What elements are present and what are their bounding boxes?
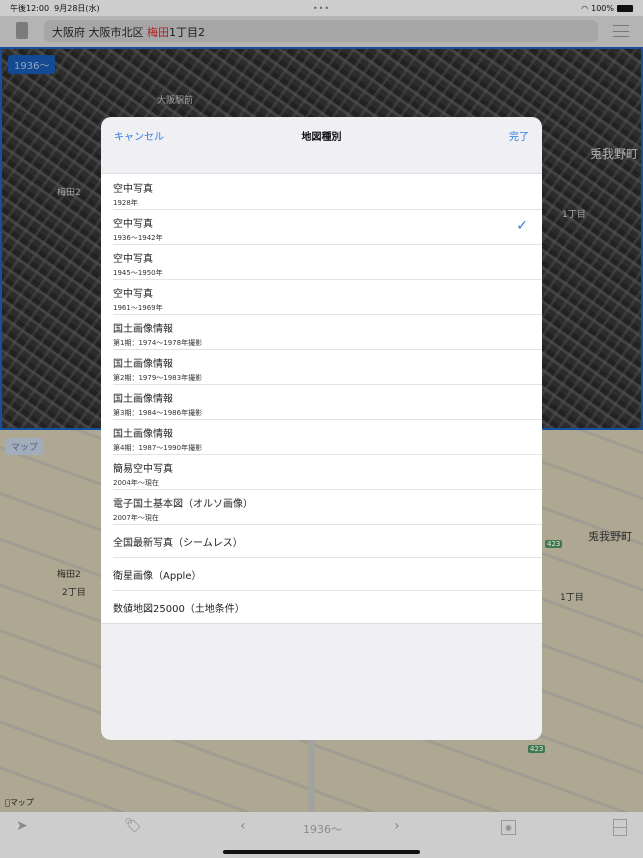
map-type-modal: キャンセル 地図種別 完了 空中写真 1928年 空中写真 1936～1942年 ✓ 空中… xyxy=(101,117,542,740)
camera-icon[interactable]: ◉ xyxy=(501,820,516,835)
location-arrow-icon[interactable]: ➤ xyxy=(16,818,28,834)
item-subtitle: 第2期：1979～1983年撮影 xyxy=(113,374,203,382)
map-type-item[interactable]: 国土画像情報第2期：1979～1983年撮影 xyxy=(101,349,542,384)
checkmark-icon: ✓ xyxy=(516,218,528,234)
item-subtitle: 1945～1950年 xyxy=(113,269,163,277)
split-view-icon[interactable] xyxy=(613,819,627,836)
item-subtitle: 第1期：1974～1978年撮影 xyxy=(113,339,203,347)
item-subtitle: 第4期：1987～1990年撮影 xyxy=(113,444,203,452)
item-title: 国土画像情報 xyxy=(113,324,173,335)
tag-icon[interactable]: 🏷 xyxy=(124,818,142,834)
item-title: 数値地図25000（土地条件） xyxy=(113,604,245,615)
next-chevron-icon[interactable]: › xyxy=(394,818,400,834)
year-label: 1936～ xyxy=(303,823,342,836)
map-type-item[interactable]: 全国最新写真（シームレス） xyxy=(101,524,542,557)
map-type-item[interactable]: 空中写真 1961～1969年 xyxy=(101,279,542,314)
map-type-item[interactable]: 国土画像情報第3期：1984～1986年撮影 xyxy=(101,384,542,419)
item-subtitle: 1961～1969年 xyxy=(113,304,163,312)
map-type-item[interactable]: 空中写真 1936～1942年 ✓ xyxy=(101,209,542,244)
battery-percent: 100% xyxy=(591,3,614,13)
item-title: 国土画像情報 xyxy=(113,429,173,440)
item-title: 国土画像情報 xyxy=(113,359,173,370)
map-type-item[interactable]: 電子国土基本図（オルソ画像） 2007年～現在 xyxy=(101,489,542,524)
item-title: 全国最新写真（シームレス） xyxy=(113,538,243,549)
status-time: 午後12:00 xyxy=(10,3,50,13)
multitask-dots[interactable]: ••• xyxy=(313,4,330,13)
modal-title: 地図種別 xyxy=(301,132,342,143)
item-subtitle: 第3期：1984～1986年撮影 xyxy=(113,409,203,417)
item-title: 空中写真 xyxy=(113,289,153,300)
bottom-toolbar: ➤ 🏷 ‹ 1936～ › ◉ xyxy=(0,812,643,858)
map-type-item[interactable]: 簡易空中写真 2004年～現在 xyxy=(101,454,542,489)
item-subtitle: 1936～1942年 xyxy=(113,234,163,242)
home-indicator xyxy=(223,850,420,854)
map-type-item[interactable]: 空中写真 1945～1950年 xyxy=(101,244,542,279)
item-subtitle: 2007年～現在 xyxy=(113,514,159,522)
item-title: 空中写真 xyxy=(113,254,153,265)
previous-chevron-icon[interactable]: ‹ xyxy=(240,818,246,834)
item-title: 国土画像情報 xyxy=(113,394,173,405)
status-date: 9月28日(水) xyxy=(54,3,100,13)
item-title: 空中写真 xyxy=(113,219,153,230)
item-subtitle: 2004年～現在 xyxy=(113,479,159,487)
map-type-item[interactable]: 国土画像情報第1期：1974～1978年撮影 xyxy=(101,314,542,349)
status-bar: 午後12:00 9月28日(水) ••• ◠ 100% xyxy=(0,0,643,16)
item-title: 簡易空中写真 xyxy=(113,464,173,475)
done-button[interactable]: 完了 xyxy=(509,128,529,143)
map-type-item[interactable]: 空中写真 1928年 xyxy=(101,174,542,209)
map-type-list: 空中写真 1928年 空中写真 1936～1942年 ✓ 空中写真 1945～1950年 空中… xyxy=(101,173,542,624)
item-title: 電子国土基本図（オルソ画像） xyxy=(113,499,253,510)
modal-header: キャンセル 地図種別 完了 xyxy=(101,117,542,173)
item-title: 衛星画像（Apple） xyxy=(113,571,202,582)
battery-icon xyxy=(617,4,633,12)
item-subtitle: 1928年 xyxy=(113,199,138,207)
item-title: 空中写真 xyxy=(113,184,153,195)
wifi-icon: ◠ xyxy=(581,3,589,13)
map-type-item[interactable]: 数値地図25000（土地条件） xyxy=(101,590,542,623)
map-type-item[interactable]: 国土画像情報第4期：1987～1990年撮影 xyxy=(101,419,542,454)
map-type-item[interactable]: 衛星画像（Apple） xyxy=(101,557,542,590)
